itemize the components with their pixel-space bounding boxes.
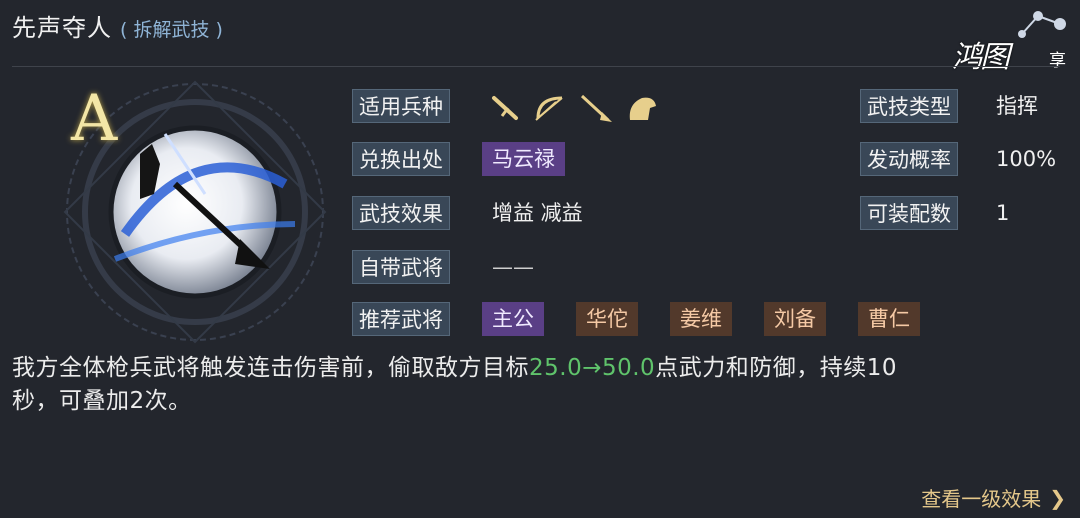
chevron-right-icon: ❯ <box>1049 485 1066 510</box>
equip-value: 1 <box>996 201 1010 225</box>
type-value: 指挥 <box>996 94 1038 118</box>
spear-icon <box>580 94 612 122</box>
description-text: 点武力和防御，持续10 <box>655 355 897 381</box>
cavalry-icon <box>629 97 656 120</box>
troops-label: 适用兵种 <box>352 89 450 123</box>
own-general-label: 自带武将 <box>352 250 450 284</box>
skill-icon: A <box>55 74 340 349</box>
grade-letter: A <box>71 82 118 156</box>
own-general-value: —— <box>492 255 534 279</box>
source-tag[interactable]: 马云禄 <box>482 142 565 176</box>
view-level-one-effect-link[interactable]: 查看一级效果 ❯ <box>921 483 1066 512</box>
watermark-sub: 享 <box>1049 51 1066 71</box>
watermark-text: 鸿图 <box>952 40 1010 75</box>
chance-label: 发动概率 <box>860 142 958 176</box>
effect-value: 增益 减益 <box>492 201 583 225</box>
watermark-logo: 鸿图 享 <box>952 6 1072 75</box>
type-label: 武技类型 <box>860 89 958 123</box>
source-label: 兑换出处 <box>352 142 450 176</box>
effect-label: 武技效果 <box>352 196 450 230</box>
equip-label: 可装配数 <box>860 196 958 230</box>
sword-icon <box>492 96 518 120</box>
recommended-general-tag[interactable]: 刘备 <box>764 302 826 336</box>
description-highlight-value: 25.0→50.0 <box>529 355 656 381</box>
recommended-general-tag[interactable]: 姜维 <box>670 302 732 336</box>
recommended-general-tag[interactable]: 主公 <box>482 302 544 336</box>
recommend-label: 推荐武将 <box>352 302 450 336</box>
chance-value: 100% <box>996 147 1057 171</box>
skill-description: 我方全体枪兵武将触发连击伤害前，偷取敌方目标25.0→50.0点武力和防御，持续… <box>12 352 1052 418</box>
skill-subtitle: ( 拆解武技 ) <box>120 19 223 41</box>
title-bar: 先声夺人 ( 拆解武技 ) <box>12 8 223 44</box>
header-divider <box>12 66 1060 67</box>
skill-title: 先声夺人 <box>12 14 112 42</box>
bow-icon <box>535 96 563 121</box>
recommended-general-tag[interactable]: 华佗 <box>576 302 638 336</box>
link-label: 查看一级效果 <box>921 487 1042 511</box>
description-text: 秒，可叠加2次。 <box>12 388 192 414</box>
description-text: 我方全体枪兵武将触发连击伤害前，偷取敌方目标 <box>12 355 529 381</box>
recommended-general-tag[interactable]: 曹仁 <box>858 302 920 336</box>
